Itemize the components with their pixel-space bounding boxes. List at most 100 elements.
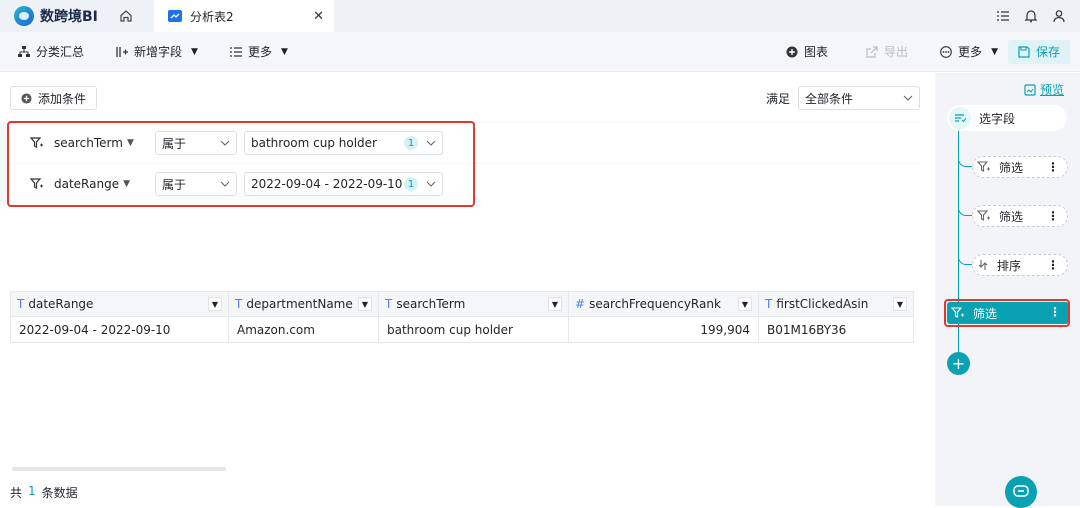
chart-line-icon — [168, 10, 182, 22]
user-icon[interactable] — [1052, 9, 1066, 23]
tab-bar: 数跨境BI 分析表2 ✕ — [0, 0, 1080, 32]
column-name: firstClickedAsin — [776, 297, 869, 311]
hierarchy-icon — [18, 45, 30, 57]
chat-support-button[interactable] — [1005, 476, 1037, 508]
chart-label: 图表 — [804, 45, 829, 59]
select-fields-node[interactable]: 选字段 — [947, 105, 1067, 131]
text-type-icon: T — [235, 297, 243, 311]
sort-icon — [978, 260, 988, 270]
more-right-button[interactable]: 更多 ▼ — [930, 43, 1008, 60]
save-button[interactable]: 保存 — [1007, 39, 1070, 64]
table-cell[interactable]: 2022-09-04 - 2022-09-10 — [10, 316, 229, 343]
app-name: 数跨境BI — [40, 9, 98, 25]
step-node-sort[interactable]: 排序 ⋮ — [972, 254, 1068, 276]
add-circle-icon — [21, 92, 32, 104]
caret-down-icon: ▼ — [280, 46, 288, 57]
add-field-icon — [116, 46, 129, 57]
row-count-prefix: 共 — [10, 486, 23, 500]
more-left-label: 更多 — [247, 45, 272, 59]
group-by-label: 分类汇总 — [36, 45, 85, 59]
column-name: searchFrequencyRank — [589, 297, 721, 311]
table-cell[interactable]: B01M16BY36 — [758, 316, 914, 343]
step-label: 筛选 — [999, 209, 1024, 224]
toolbar: 分类汇总 新增字段 ▼ 更多 ▼ 图表 导出 更多 ▼ 保存 — [0, 32, 1080, 72]
row-count-suffix: 条数据 — [41, 486, 78, 500]
steps-sidebar: 预览 选字段 筛选 ⋮ 筛选 ⋮ 排序 ⋮ 筛选 ⋮ + — [935, 73, 1080, 506]
step-label: 排序 — [997, 258, 1022, 273]
home-button[interactable] — [106, 0, 146, 32]
step-node-filter[interactable]: 筛选 ⋮ — [972, 156, 1068, 178]
data-table: TdateRange ▼ TdepartmentName ▼ TsearchTerm… — [10, 291, 914, 343]
column-header[interactable]: TdepartmentName ▼ — [228, 291, 379, 317]
satisfy-select[interactable]: 全部条件 — [798, 86, 921, 110]
add-condition-button[interactable]: 添加条件 — [10, 86, 98, 110]
caret-down-icon: ▼ — [991, 46, 998, 57]
more-vertical-icon[interactable]: ⋮ — [1047, 209, 1059, 223]
column-name: searchTerm — [396, 297, 466, 311]
column-header[interactable]: TsearchTerm ▼ — [378, 291, 569, 317]
column-name: departmentName — [246, 297, 353, 311]
chevron-down-icon — [903, 95, 913, 101]
export-label: 导出 — [884, 45, 909, 59]
step-label: 筛选 — [999, 160, 1024, 175]
group-by-button[interactable]: 分类汇总 — [8, 43, 94, 60]
text-type-icon: T — [385, 297, 393, 311]
number-type-icon: # — [575, 297, 586, 311]
column-menu-icon[interactable]: ▼ — [208, 297, 222, 311]
main-area: 添加条件 满足 全部条件 searchTerm ▼ 属于 bathroom cu… — [0, 73, 935, 506]
tab-analysis[interactable]: 分析表2 ✕ — [154, 0, 334, 32]
close-tab-icon[interactable]: ✕ — [313, 9, 324, 24]
tab-label: 分析表2 — [190, 9, 234, 24]
add-step-button[interactable]: + — [947, 352, 970, 375]
column-header[interactable]: TdateRange ▼ — [10, 291, 229, 317]
save-label: 保存 — [1035, 45, 1060, 59]
table-cell[interactable]: bathroom cup holder — [378, 316, 569, 343]
home-icon — [120, 10, 132, 22]
logo-icon — [14, 6, 34, 26]
row-count: 共 1 条数据 — [10, 484, 78, 501]
chart-button[interactable]: 图表 — [776, 43, 838, 60]
export-icon — [866, 45, 878, 58]
export-button[interactable]: 导出 — [856, 43, 918, 60]
column-header[interactable]: # searchFrequencyRank ▼ — [568, 291, 759, 317]
column-menu-icon[interactable]: ▼ — [358, 297, 372, 311]
bell-icon[interactable] — [1024, 9, 1038, 23]
text-type-icon: T — [17, 297, 25, 311]
table-header-row: TdateRange ▼ TdepartmentName ▼ TsearchTerm… — [10, 291, 914, 317]
branch-connector — [958, 202, 972, 216]
add-condition-label: 添加条件 — [38, 91, 87, 106]
highlight-box — [944, 299, 1070, 327]
column-menu-icon[interactable]: ▼ — [738, 297, 752, 311]
column-menu-icon[interactable]: ▼ — [548, 297, 562, 311]
satisfy-group: 满足 全部条件 — [766, 86, 921, 110]
filter-icon — [977, 161, 990, 172]
column-menu-icon[interactable]: ▼ — [893, 297, 907, 311]
field-list-icon — [949, 107, 971, 129]
column-header[interactable]: TfirstClickedAsin ▼ — [758, 291, 914, 317]
more-left-button[interactable]: 更多 ▼ — [220, 43, 298, 60]
branch-connector — [958, 153, 972, 167]
list-icon — [229, 46, 242, 57]
add-circle-icon — [786, 46, 798, 57]
preview-link[interactable]: 预览 — [1024, 81, 1064, 98]
highlight-box — [7, 121, 475, 207]
table-cell[interactable]: Amazon.com — [228, 316, 379, 343]
preview-label: 预览 — [1039, 83, 1064, 97]
preview-icon — [1024, 83, 1036, 96]
table-row: 2022-09-04 - 2022-09-10 Amazon.com bathr… — [10, 316, 914, 343]
new-field-label: 新增字段 — [134, 45, 183, 59]
select-fields-label: 选字段 — [979, 111, 1016, 126]
row-count-value: 1 — [28, 484, 36, 498]
more-vertical-icon[interactable]: ⋮ — [1047, 258, 1059, 272]
more-vertical-icon[interactable]: ⋮ — [1047, 160, 1059, 174]
table-cell[interactable]: 199,904 — [568, 316, 759, 343]
list-menu-icon[interactable] — [996, 9, 1010, 23]
step-node-filter[interactable]: 筛选 ⋮ — [972, 205, 1068, 227]
column-name: dateRange — [28, 297, 94, 311]
horizontal-scrollbar[interactable] — [12, 467, 226, 471]
new-field-button[interactable]: 新增字段 ▼ — [106, 43, 208, 60]
flow-line — [958, 109, 959, 369]
branch-connector — [958, 251, 972, 265]
satisfy-value: 全部条件 — [805, 91, 854, 106]
text-type-icon: T — [765, 297, 773, 311]
